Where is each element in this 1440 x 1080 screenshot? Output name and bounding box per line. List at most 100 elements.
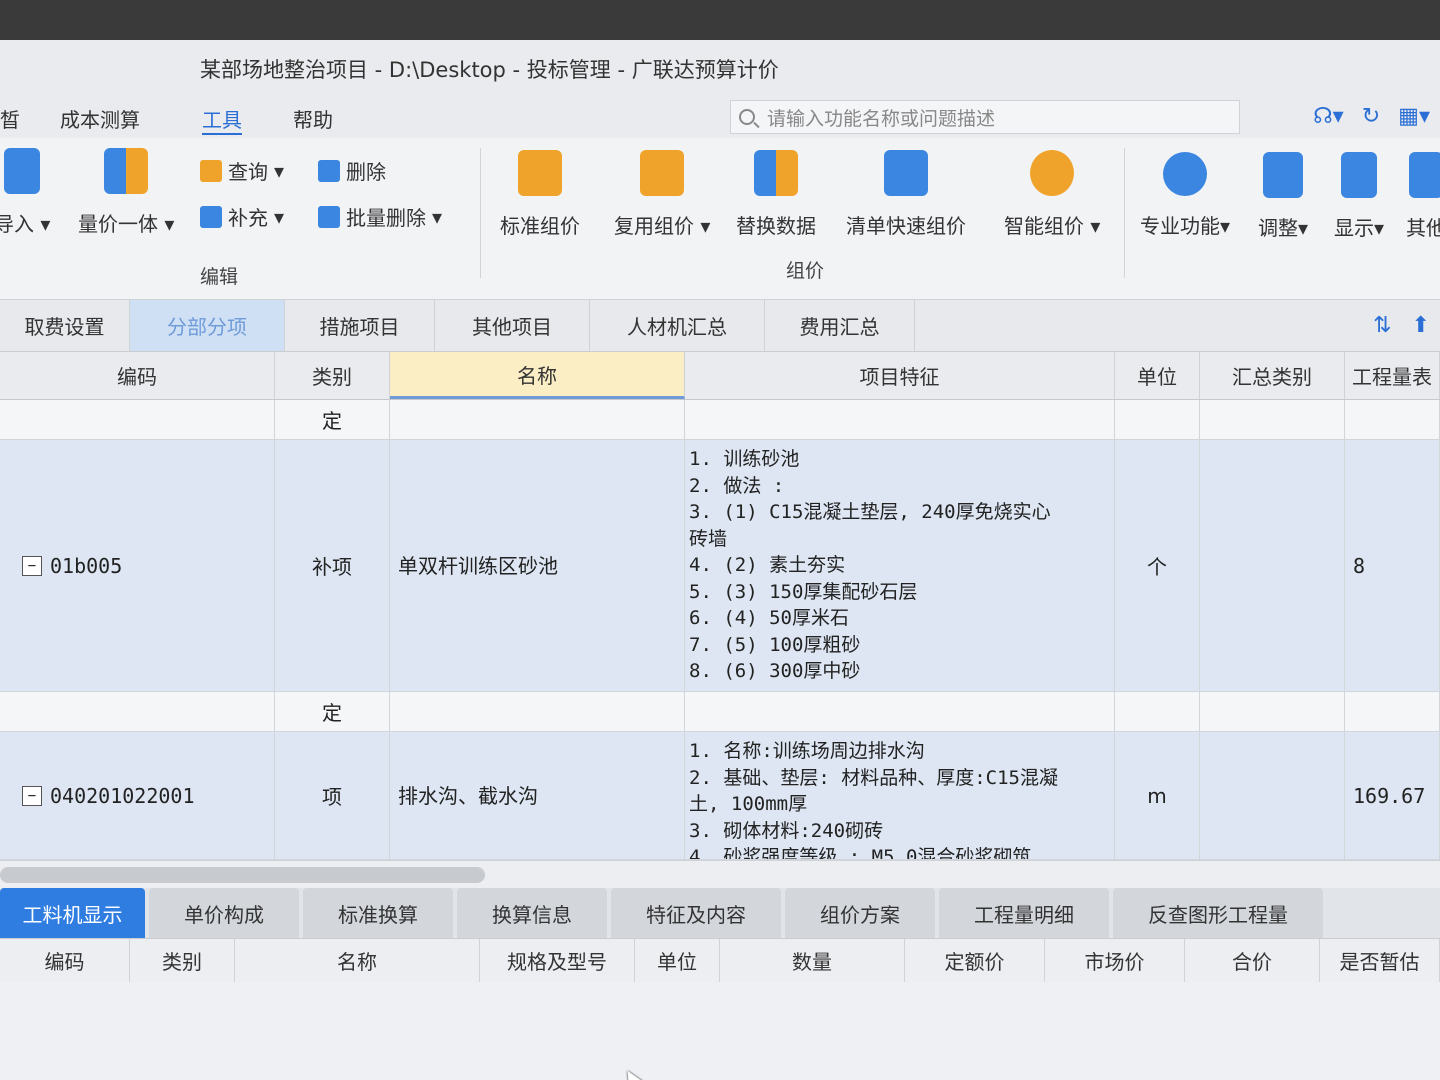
row-code-cell: − 040201022001 xyxy=(0,732,275,859)
sort-icon[interactable]: ⇅ xyxy=(1373,313,1391,338)
smart-pricing-button[interactable]: 智能组价 ▾ xyxy=(1004,150,1100,239)
feature-line: 3. 砌体材料:240砌砖 xyxy=(689,819,884,842)
qty-price-button[interactable]: 量价一体 ▾ xyxy=(78,148,174,237)
bottom-header-category[interactable]: 类别 xyxy=(130,939,235,982)
refresh-icon[interactable]: ↻ xyxy=(1362,104,1380,129)
collapse-icon[interactable]: − xyxy=(22,555,42,576)
header-quantity[interactable]: 工程量表 xyxy=(1345,352,1440,399)
feature-line: 6. (4) 50厚米石 xyxy=(689,607,849,629)
feature-line: 2. 基础、垫层: 材料品种、厚度:C15混凝 xyxy=(689,766,1058,789)
tab-standard-conversion[interactable]: 标准换算 xyxy=(303,888,453,938)
supplement-button[interactable]: 补充 ▾ xyxy=(200,202,284,231)
table-row[interactable]: − 040201022001 项 排水沟、截水沟 1. 名称:训练场周边排水沟 … xyxy=(0,732,1440,860)
menu-right-tools: ☊▾ ↻ ▦▾ xyxy=(1313,104,1430,129)
import-button[interactable]: 导入 ▾ xyxy=(0,148,50,237)
tab-conversion-info[interactable]: 换算信息 xyxy=(457,888,607,938)
query-icon xyxy=(200,159,222,182)
menu-item-tools[interactable]: 工具 xyxy=(202,104,242,133)
row-code: 01b005 xyxy=(50,553,123,578)
grid-menu-icon[interactable]: ▦▾ xyxy=(1398,104,1430,129)
scrollbar-thumb[interactable] xyxy=(0,867,485,883)
row-unit: 个 xyxy=(1115,440,1200,691)
main-tabs: 取费设置 分部分项 措施项目 其他项目 人材机汇总 费用汇总 ⇅ ⬆ xyxy=(0,300,1440,352)
tab-features-content[interactable]: 特征及内容 xyxy=(611,888,781,938)
tab-fee-summary[interactable]: 费用汇总 xyxy=(765,300,915,351)
tab-unit-price-composition[interactable]: 单价构成 xyxy=(149,888,299,938)
ribbon-toolbar: 导入 ▾ 量价一体 ▾ 查询▾ 删除 补充▾ 批量删除▾ 编辑 标准组价 xyxy=(0,138,1440,300)
special-function-button[interactable]: 专业功能▾ xyxy=(1140,152,1230,239)
edit-group-label: 编辑 xyxy=(200,266,239,288)
bottom-header-code[interactable]: 编码 xyxy=(0,939,130,982)
header-features[interactable]: 项目特征 xyxy=(685,352,1115,399)
tab-labor-material-display[interactable]: 工料机显示 xyxy=(0,888,145,938)
search-placeholder: 请输入功能名称或问题描述 xyxy=(767,107,996,130)
table-row[interactable]: − 01b005 补项 单双杆训练区砂池 1. 训练砂池 2. 做法 : 3. … xyxy=(0,440,1440,692)
bottom-header-unit[interactable]: 单位 xyxy=(635,939,720,982)
collapse-icon[interactable]: − xyxy=(22,785,42,806)
delete-button[interactable]: 删除 xyxy=(318,156,386,185)
tab-fee-settings[interactable]: 取费设置 xyxy=(0,300,130,351)
tab-labor-material-summary[interactable]: 人材机汇总 xyxy=(590,300,765,351)
header-category[interactable]: 类别 xyxy=(275,352,390,399)
horizontal-scrollbar[interactable] xyxy=(0,860,1440,888)
bottom-grid-header: 编码 类别 名称 规格及型号 单位 数量 定额价 市场价 合价 是否暂估 xyxy=(0,938,1440,982)
header-name[interactable]: 名称 xyxy=(390,352,685,399)
tab-other-items[interactable]: 其他项目 xyxy=(435,300,590,351)
header-summary-category[interactable]: 汇总类别 xyxy=(1200,352,1345,399)
tab-tools: ⇅ ⬆ xyxy=(1373,300,1440,351)
feature-line: 3. (1) C15混凝土垫层, 240厚免烧实心 xyxy=(689,501,1051,523)
feature-line: 1. 训练砂池 xyxy=(689,448,800,470)
tab-reverse-graphic-quantity[interactable]: 反查图形工程量 xyxy=(1113,888,1323,938)
reuse-pricing-button[interactable]: 复用组价 ▾ xyxy=(614,150,710,239)
query-button[interactable]: 查询 ▾ xyxy=(200,156,284,185)
display-button[interactable]: 显示▾ xyxy=(1334,152,1384,241)
bottom-tabs: 工料机显示 单价构成 标准换算 换算信息 特征及内容 组价方案 工程量明细 反查… xyxy=(0,888,1440,938)
bottom-header-name[interactable]: 名称 xyxy=(235,939,480,982)
other-button[interactable]: 其他 xyxy=(1406,152,1440,241)
menu-item-partial[interactable]: 晳 xyxy=(0,104,20,133)
table-row[interactable]: 定 xyxy=(0,400,1440,440)
row-name[interactable]: 单双杆训练区砂池 xyxy=(390,440,685,691)
function-search-input[interactable]: 请输入功能名称或问题描述 xyxy=(730,100,1240,134)
title-bar: 某部场地整治项目 - D:\Desktop - 投标管理 - 广联达预算计价 xyxy=(0,40,1440,98)
bottom-header-market-price[interactable]: 市场价 xyxy=(1045,939,1185,982)
bottom-header-quota-price[interactable]: 定额价 xyxy=(905,939,1045,982)
feature-line: 土, 100mm厚 xyxy=(689,793,808,815)
row-category: 定 xyxy=(275,692,390,731)
row-category: 补项 xyxy=(275,440,390,691)
up-arrow-icon[interactable]: ⬆ xyxy=(1412,313,1430,338)
menu-item-help[interactable]: 帮助 xyxy=(293,104,333,133)
tab-pricing-plan[interactable]: 组价方案 xyxy=(785,888,935,938)
row-category: 项 xyxy=(275,732,390,859)
trash-icon xyxy=(318,159,340,182)
bottom-header-spec[interactable]: 规格及型号 xyxy=(480,939,635,982)
row-features[interactable]: 1. 训练砂池 2. 做法 : 3. (1) C15混凝土垫层, 240厚免烧实… xyxy=(685,440,1115,691)
table-row[interactable]: 定 xyxy=(0,692,1440,732)
quick-pricing-button[interactable]: 清单快速组价 xyxy=(846,150,966,239)
row-category: 定 xyxy=(275,400,390,439)
batch-delete-button[interactable]: 批量删除 ▾ xyxy=(318,202,442,231)
tab-measures[interactable]: 措施项目 xyxy=(285,300,435,351)
standard-pricing-icon xyxy=(518,150,562,196)
replace-data-button[interactable]: 替换数据 xyxy=(736,150,816,239)
menu-item-cost-estimate[interactable]: 成本测算 xyxy=(60,104,140,133)
pricing-group-label: 组价 xyxy=(786,260,825,282)
tab-quantity-detail[interactable]: 工程量明细 xyxy=(939,888,1109,938)
tab-sub-items[interactable]: 分部分项 xyxy=(130,300,285,351)
feature-line: 砖墙 xyxy=(689,527,728,550)
row-quantity[interactable]: 8 xyxy=(1345,440,1440,691)
quick-pricing-icon xyxy=(884,150,928,196)
bottom-header-total[interactable]: 合价 xyxy=(1185,939,1320,982)
headset-icon[interactable]: ☊▾ xyxy=(1313,104,1344,129)
bottom-header-provisional[interactable]: 是否暂估 xyxy=(1320,939,1440,982)
row-name[interactable]: 排水沟、截水沟 xyxy=(390,732,685,859)
bottom-header-quantity[interactable]: 数量 xyxy=(720,939,905,982)
header-unit[interactable]: 单位 xyxy=(1115,352,1200,399)
row-features[interactable]: 1. 名称:训练场周边排水沟 2. 基础、垫层: 材料品种、厚度:C15混凝 土… xyxy=(685,732,1115,859)
standard-pricing-button[interactable]: 标准组价 xyxy=(500,150,580,239)
adjust-button[interactable]: 调整▾ xyxy=(1258,152,1308,241)
search-icon xyxy=(739,109,755,125)
feature-line: 5. (3) 150厚集配砂石层 xyxy=(689,580,918,603)
row-quantity[interactable]: 169.67 xyxy=(1345,732,1440,859)
header-code[interactable]: 编码 xyxy=(0,352,275,399)
